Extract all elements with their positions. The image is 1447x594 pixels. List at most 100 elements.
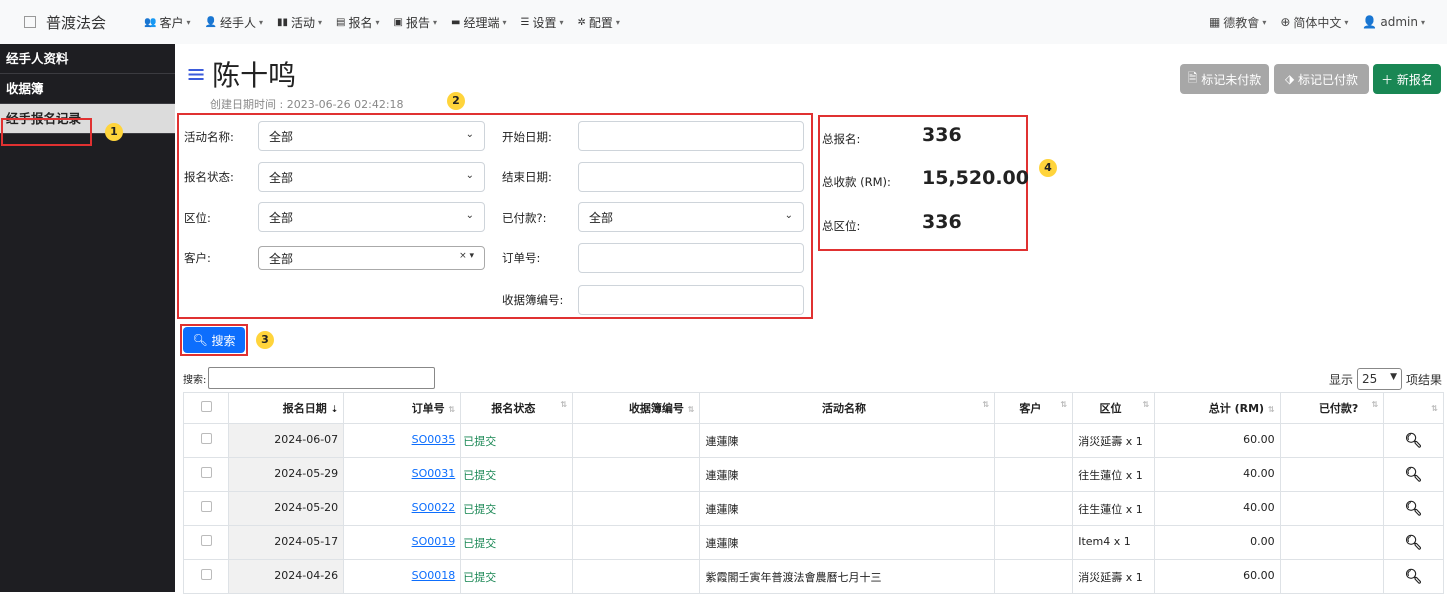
cell-order-text[interactable]: SO0018	[412, 569, 456, 582]
search-button[interactable]: 🔍︎ 搜索	[183, 327, 245, 353]
menu-icon: 👥	[144, 16, 157, 28]
menu-item-4[interactable]: ▣ 报告 ▾	[394, 14, 437, 31]
menu-item-6[interactable]: ☰ 设置 ▾	[520, 14, 563, 31]
menu-item-7[interactable]: ✲ 配置 ▾	[577, 14, 619, 31]
header-customer[interactable]: 客户 ⇅	[994, 392, 1074, 424]
table-row[interactable]: 2024-05-20 SO0022 已提交 連蓮陳 往生蓮位 x 1 40.00 🔍︎	[182, 491, 1444, 526]
cell-zone: 消災延壽 x 1	[1072, 559, 1156, 594]
start-date-input[interactable]	[578, 121, 804, 151]
view-magnifier-icon[interactable]: 🔍︎	[1405, 535, 1423, 551]
menu-item-0[interactable]: 👥 客户 ▾	[144, 14, 190, 31]
cell-zone: 往生蓮位 x 1	[1072, 457, 1156, 492]
hamburger-icon[interactable]: ≡	[186, 60, 206, 88]
menu-item-3[interactable]: ▤ 报名 ▾	[336, 14, 379, 31]
row-checkbox[interactable]	[200, 467, 212, 478]
header-date[interactable]: 报名日期 ⇣	[228, 392, 345, 424]
header-receipt[interactable]: 收据簿编号 ⇅	[572, 392, 701, 424]
org-name: 德教會	[1223, 15, 1260, 30]
created-datetime: 创建日期时间 : 2023-06-26 02:42:18	[210, 98, 404, 111]
row-checkbox[interactable]	[200, 535, 212, 546]
row-checkbox[interactable]	[200, 501, 212, 512]
menu-icon: ☰	[520, 16, 530, 28]
brand[interactable]: 普渡法会	[24, 12, 144, 33]
table-search-input[interactable]	[208, 367, 436, 389]
view-magnifier-icon[interactable]: 🔍︎	[1405, 569, 1423, 585]
clear-caret-icon[interactable]: × ▾	[459, 251, 474, 261]
view-magnifier-icon[interactable]: 🔍︎	[1405, 467, 1423, 483]
tag-icon: ⬗	[1284, 72, 1295, 86]
header-total[interactable]: 总计 (RM) ⇅	[1154, 392, 1281, 424]
sort-icon: ⇅	[448, 405, 456, 414]
table-row[interactable]: 2024-05-29 SO0031 已提交 連蓮陳 往生蓮位 x 1 40.00 🔍︎	[182, 457, 1444, 492]
cell-date-text: 2024-04-26	[274, 569, 339, 582]
menu-item-1[interactable]: 👤 经手人 ▾	[205, 14, 263, 31]
user-menu[interactable]: 👤 admin ▾	[1362, 15, 1425, 29]
menu-item-5[interactable]: ▬ 经理端 ▾	[451, 14, 506, 31]
view-magnifier-icon[interactable]: 🔍︎	[1405, 433, 1423, 449]
status-filter-select[interactable]: 全部 ⌄	[258, 162, 485, 192]
mark-paid-button[interactable]: ⬗ 标记已付款	[1274, 64, 1369, 94]
activity-filter-select[interactable]: 全部 ⌄	[258, 121, 485, 151]
view-magnifier-icon[interactable]: 🔍︎	[1405, 501, 1423, 517]
cell-paid	[1279, 525, 1385, 560]
page-title: ≡ 陈十鸣	[186, 54, 404, 94]
cell-activity-text: 連蓮陳	[705, 435, 739, 448]
caret-down-icon: ▾	[502, 17, 507, 27]
menu-icon: ▮▮	[276, 16, 288, 28]
cell-paid	[1279, 559, 1385, 594]
main-menu: 👥 客户 ▾ 👤 经手人 ▾ ▮▮ 活动 ▾ ▤ 报名 ▾ ▣ 报告 ▾ ▬ 经理端 ▾ ☰ 设置 ▾ ✲ 配置 ▾	[144, 14, 620, 31]
cell-order[interactable]: SO0035	[343, 423, 462, 458]
menu-item-2[interactable]: ▮▮ 活动 ▾	[277, 14, 322, 31]
cell-activity: 連蓮陳	[699, 457, 996, 492]
cell-order-text[interactable]: SO0022	[412, 501, 456, 514]
zone-filter-select[interactable]: 全部 ⌄	[258, 202, 485, 232]
cell-order[interactable]: SO0019	[343, 525, 462, 560]
org-switcher[interactable]: ▦ 德教會 ▾	[1209, 14, 1266, 31]
cell-order-text[interactable]: SO0019	[412, 535, 456, 548]
cell-order[interactable]: SO0022	[343, 491, 462, 526]
menu-icon: ▬	[451, 16, 461, 28]
row-checkbox[interactable]	[200, 569, 212, 580]
receipt-book-input[interactable]	[578, 285, 804, 315]
show-prefix: 显示	[1328, 372, 1353, 387]
sort-icon: ⇅	[687, 405, 695, 414]
header-activity[interactable]: 活动名称 ⇅	[699, 392, 996, 424]
top-right-menu: ▦ 德教會 ▾ ⊕ 简体中文 ▾ 👤 admin ▾	[1209, 0, 1425, 44]
cell-order-text[interactable]: SO0031	[412, 467, 456, 480]
sidebar-item-receipt-books[interactable]: 收据簿	[0, 74, 175, 104]
select-all-checkbox[interactable]	[200, 401, 212, 412]
cell-order[interactable]: SO0018	[343, 559, 462, 594]
cell-order-text[interactable]: SO0035	[412, 433, 456, 446]
caret-down-icon: ▾	[258, 17, 263, 27]
total-income-value: 15,520.00	[922, 167, 1029, 189]
cell-activity-text: 連蓮陳	[705, 469, 739, 482]
header-paid[interactable]: 已付款? ⇅	[1279, 392, 1385, 424]
header-zone[interactable]: 区位 ⇅	[1072, 392, 1156, 424]
header-order[interactable]: 订单号 ⇅	[343, 392, 462, 424]
cell-date: 2024-05-29	[228, 457, 345, 492]
order-number-input[interactable]	[578, 243, 804, 273]
chevron-down-icon: ⌄	[465, 129, 474, 140]
cell-receipt	[572, 491, 701, 526]
language-switcher[interactable]: ⊕ 简体中文 ▾	[1280, 14, 1348, 31]
menu-item-label: 报告	[405, 15, 430, 30]
header-status[interactable]: 报名状态 ⇅	[460, 392, 574, 424]
table-row[interactable]: 2024-06-07 SO0035 已提交 連蓮陳 消災延壽 x 1 60.00 🔍︎	[182, 423, 1444, 458]
table-row[interactable]: 2024-05-17 SO0019 已提交 連蓮陳 Item4 x 1 0.00 🔍︎	[182, 525, 1444, 560]
end-date-input[interactable]	[578, 162, 804, 192]
new-registration-button[interactable]: ＋ 新报名	[1373, 64, 1441, 94]
page-length-select[interactable]: 25 ▼	[1356, 368, 1402, 390]
row-checkbox[interactable]	[200, 433, 212, 444]
paid-filter-select[interactable]: 全部 ⌄	[578, 202, 804, 232]
total-zones-label: 总区位:	[822, 219, 861, 233]
cell-total: 60.00	[1154, 423, 1281, 458]
mark-unpaid-button[interactable]: 🗎 标记未付款	[1180, 64, 1269, 94]
table-row[interactable]: 2024-04-26 SO0018 已提交 紫霞閣壬寅年普渡法會農曆七月十三 消災延壽 …	[182, 559, 1444, 594]
customer-filter-select[interactable]: 全部 × ▾	[258, 246, 485, 270]
globe-icon: ⊕	[1280, 15, 1291, 29]
cell-order[interactable]: SO0031	[343, 457, 462, 492]
cell-total-text: 60.00	[1243, 569, 1275, 582]
cell-status: 已提交	[460, 423, 574, 458]
sidebar-item-handler-profile[interactable]: 经手人资料	[0, 44, 175, 74]
cell-date: 2024-05-20	[228, 491, 345, 526]
